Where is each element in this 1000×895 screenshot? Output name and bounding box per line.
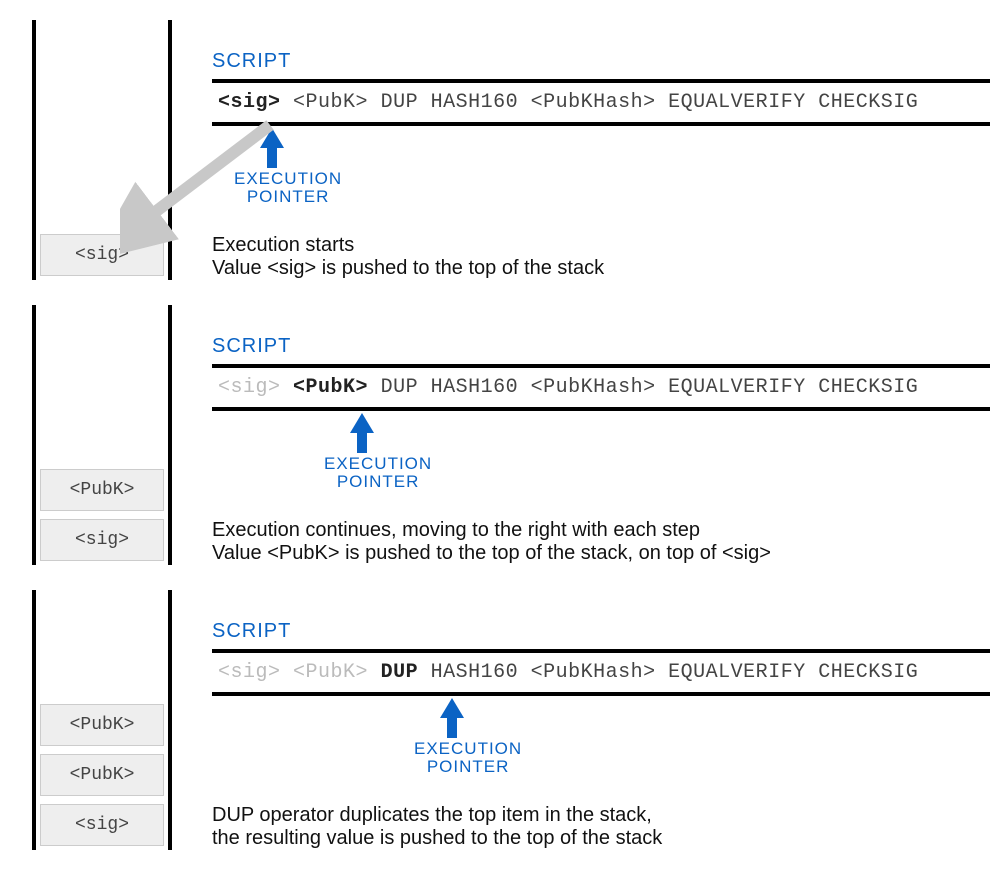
script-panel: SCRIPT <sig> <PubK> DUP HASH160 <PubKHash… <box>212 305 990 565</box>
stack-item: <sig> <box>40 804 164 846</box>
script-token: HASH160 <box>431 376 519 399</box>
push-arrow-icon <box>120 115 300 255</box>
execution-step: STACK<PubK><PubK><sig>SCRIPT<sig> <PubK>… <box>10 590 990 850</box>
script-token: HASH160 <box>431 91 519 114</box>
arrow-up-icon <box>440 698 464 718</box>
script-token: EQUALVERIFY <box>668 91 806 114</box>
arrow-up-icon <box>350 413 374 433</box>
script-token: DUP <box>381 91 419 114</box>
script-token: DUP <box>381 661 419 684</box>
stack-item: <sig> <box>40 519 164 561</box>
script-token: CHECKSIG <box>818 661 918 684</box>
execution-step: STACK<PubK><sig>SCRIPT<sig> <PubK> DUP H… <box>10 305 990 565</box>
stack-column: <PubK> <PubK> <sig> <box>32 590 172 850</box>
step-description: Execution continues, moving to the right… <box>212 519 990 565</box>
script-label: SCRIPT <box>212 50 990 73</box>
step-description: DUP operator duplicates the top item in … <box>212 804 990 850</box>
execution-pointer: EXECUTIONPOINTER <box>212 696 990 766</box>
stack-column: <PubK> <sig> <box>32 305 172 565</box>
script-panel: SCRIPT <sig> <PubK> DUP HASH160 <PubKHash… <box>212 590 990 850</box>
stack-label: STACK <box>0 485 4 560</box>
execution-pointer: EXECUTIONPOINTER <box>212 411 990 481</box>
script-bar: <sig> <PubK> DUP HASH160 <PubKHash> EQUA… <box>212 79 990 126</box>
script-token: EQUALVERIFY <box>668 661 806 684</box>
step-description: Execution startsValue <sig> is pushed to… <box>212 234 990 280</box>
script-token: <PubKHash> <box>531 376 656 399</box>
script-token: <sig> <box>218 661 281 684</box>
script-token: EQUALVERIFY <box>668 376 806 399</box>
stack-item: <PubK> <box>40 754 164 796</box>
stack-label: STACK <box>0 200 4 275</box>
arrow-stem-icon <box>357 431 367 453</box>
execution-pointer: EXECUTIONPOINTER <box>212 126 990 196</box>
stack-item: <PubK> <box>40 704 164 746</box>
script-token: <PubK> <box>293 91 368 114</box>
stack-item: <PubK> <box>40 469 164 511</box>
script-panel: SCRIPT <sig> <PubK> DUP HASH160 <PubKHash… <box>212 20 990 280</box>
script-token: <PubK> <box>293 661 368 684</box>
stack-label: STACK <box>0 770 4 845</box>
arrow-stem-icon <box>447 716 457 738</box>
script-token: <sig> <box>218 376 281 399</box>
script-token: DUP <box>381 376 419 399</box>
script-token: CHECKSIG <box>818 376 918 399</box>
execution-step: STACK<sig>SCRIPT<sig> <PubK> DUP HASH160… <box>10 20 990 280</box>
script-token: <PubK> <box>293 376 368 399</box>
script-token: HASH160 <box>431 661 519 684</box>
script-token: <PubKHash> <box>531 91 656 114</box>
script-token: <sig> <box>218 91 281 114</box>
script-bar: <sig> <PubK> DUP HASH160 <PubKHash> EQUA… <box>212 364 990 411</box>
script-label: SCRIPT <box>212 335 990 358</box>
script-token: <PubKHash> <box>531 661 656 684</box>
script-label: SCRIPT <box>212 620 990 643</box>
pointer-label: EXECUTIONPOINTER <box>414 740 522 776</box>
pointer-label: EXECUTIONPOINTER <box>324 455 432 491</box>
script-token: CHECKSIG <box>818 91 918 114</box>
script-bar: <sig> <PubK> DUP HASH160 <PubKHash> EQUA… <box>212 649 990 696</box>
